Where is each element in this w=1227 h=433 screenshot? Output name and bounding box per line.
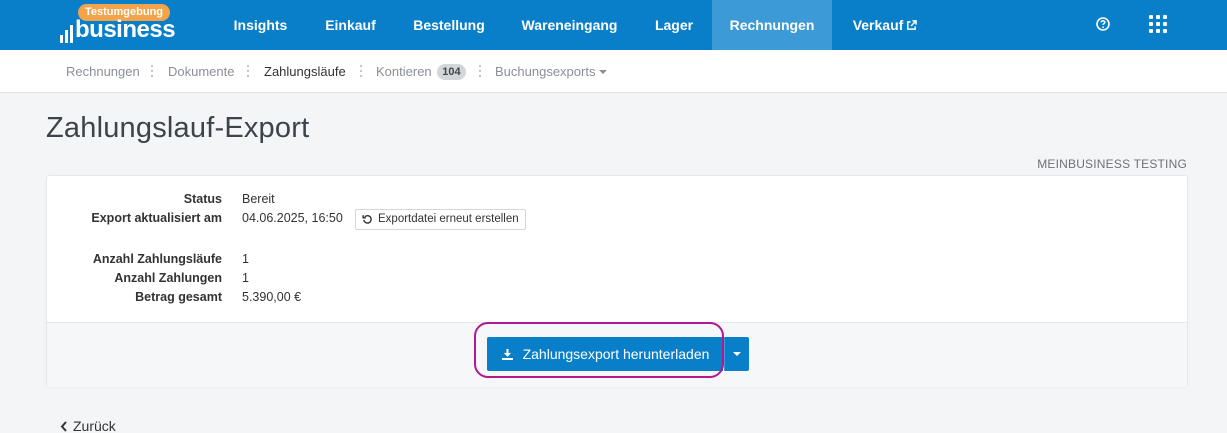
chevron-down-icon [599,70,608,74]
status-label: Status [183,192,222,206]
download-options-dropdown[interactable] [724,337,749,371]
payments-count-label: Anzahl Zahlungen [114,271,222,285]
download-export-label: Zahlungsexport herunterladen [522,346,710,362]
subnav-separator [479,65,481,77]
subnav-zahlungslaeufe[interactable]: Zahlungsläufe [264,50,346,93]
nav-verkauf[interactable]: Verkauf [832,0,938,50]
subnav-separator [247,65,249,77]
payments-count-value: 1 [242,271,249,285]
company-name: MEINBUSINESS TESTING [1037,157,1187,171]
nav-wareneingang[interactable]: Wareneingang [503,0,636,50]
payment-runs-label: Anzahl Zahlungsläufe [92,252,222,266]
total-amount-value: 5.390,00 € [242,290,302,304]
kontieren-count-badge: 104 [437,64,466,80]
page-title: Zahlungslauf-Export [46,112,310,144]
export-updated-label: Export aktualisiert am [91,211,222,225]
subnav-kontieren-label: Kontieren [376,64,432,79]
nav-einkauf[interactable]: Einkauf [306,0,395,50]
nav-verkauf-label: Verkauf [852,17,904,33]
payment-runs-value: 1 [242,252,249,266]
nav-bestellung[interactable]: Bestellung [395,0,503,50]
export-details-panel: Status Bereit Export aktualisiert am 04.… [46,175,1188,387]
status-value: Bereit [242,192,275,206]
nav-insights[interactable]: Insights [215,0,306,50]
regenerate-export-button[interactable]: Exportdatei erneut erstellen [355,209,526,230]
download-icon [501,348,513,360]
subnav-separator [360,65,362,77]
nav-lager[interactable]: Lager [636,0,712,50]
refresh-icon [362,215,372,224]
subnav-kontieren[interactable]: Kontieren 104 [376,50,466,93]
chevron-left-icon [60,420,67,432]
subnav-buchungsexports[interactable]: Buchungsexports [495,50,608,93]
nav-rechnungen[interactable]: Rechnungen [712,0,832,50]
subnav-separator [151,65,153,77]
apps-grid-icon[interactable] [1149,15,1167,33]
question-circle-icon[interactable] [1096,17,1110,31]
back-link-label: Zurück [73,418,116,433]
regenerate-export-label: Exportdatei erneut erstellen [378,213,519,225]
logo-text: business [75,16,176,43]
logo-bars-icon [60,23,73,43]
back-link[interactable]: Zurück [60,418,116,433]
external-link-icon [907,20,918,30]
sub-navbar: Rechnungen Dokumente Zahlungsläufe Konti… [0,50,1227,93]
top-navbar: Testumgebung business Insights Einkauf B… [0,0,1227,50]
subnav-buchungsexports-label: Buchungsexports [495,64,596,79]
total-amount-label: Betrag gesamt [135,290,222,304]
export-updated-value: 04.06.2025, 16:50 [242,211,343,225]
logo-wordmark: business [60,16,176,43]
logo[interactable]: Testumgebung business [60,4,190,46]
subnav-rechnungen[interactable]: Rechnungen [66,50,140,93]
caret-down-icon [733,352,741,356]
subnav-dokumente[interactable]: Dokumente [168,50,234,93]
download-export-button[interactable]: Zahlungsexport herunterladen [487,337,723,371]
